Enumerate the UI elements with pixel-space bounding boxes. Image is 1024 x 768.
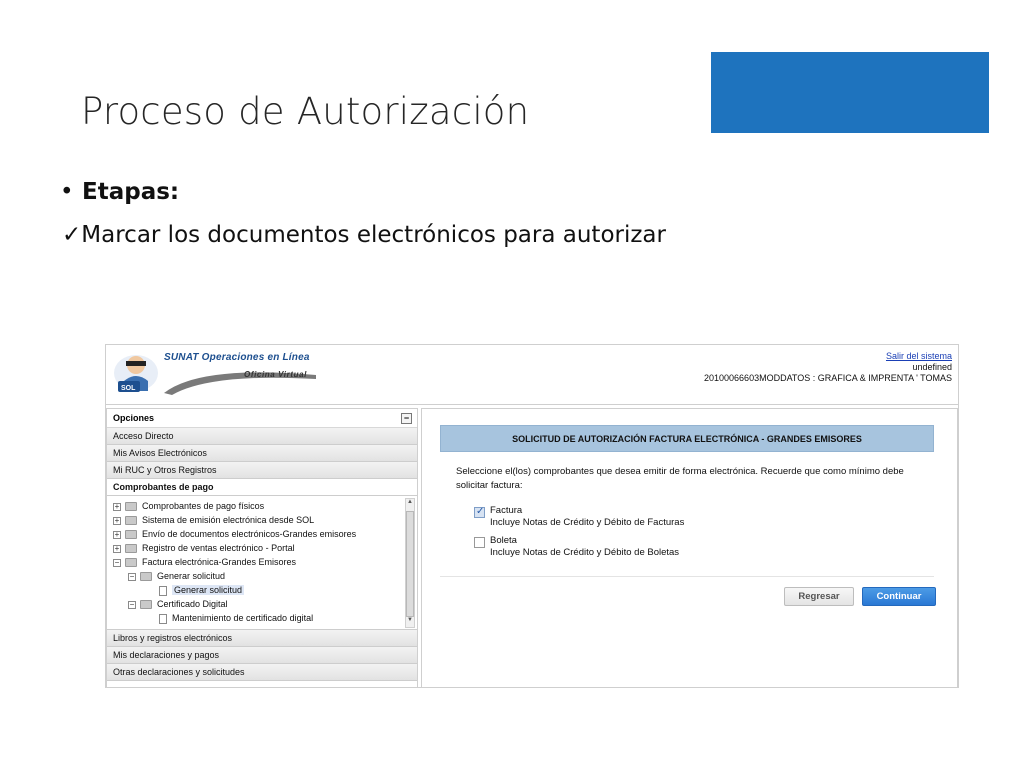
option-label: Factura (490, 505, 523, 516)
scroll-thumb[interactable] (406, 511, 414, 617)
tree-label: Comprobantes de pago físicos (142, 501, 265, 511)
user-info: Salir del sistema undefined 20100066603M… (704, 351, 952, 384)
scroll-up-icon[interactable]: ▲ (406, 499, 414, 509)
tree-scrollbar[interactable]: ▲ ▼ (405, 498, 415, 628)
option-boleta[interactable]: Boleta Incluye Notas de Crédito y Débito… (474, 535, 680, 559)
menu-item-comprobantes[interactable]: Comprobantes de pago (107, 479, 417, 496)
folder-icon (125, 502, 137, 512)
divider (440, 576, 934, 577)
tree-item-generar-solicitud[interactable]: Generar solicitud (159, 584, 245, 597)
folder-open-icon (140, 572, 152, 582)
back-button[interactable]: Regresar (784, 587, 854, 606)
expand-icon[interactable]: + (113, 502, 121, 511)
tree-label: Envío de documentos electrónicos-Grandes… (142, 529, 357, 539)
tree-item-comprobantes-fisicos[interactable]: + Comprobantes de pago físicos (113, 500, 264, 513)
check-item: ✓Marcar los documentos electrónicos para… (62, 222, 666, 248)
option-detail: Incluye Notas de Crédito y Débito de Bol… (490, 547, 680, 558)
logo-badge: SOL (121, 385, 136, 392)
collapse-icon[interactable]: − (128, 600, 136, 609)
user-line-2: 20100066603MODDATOS : GRAFICA & IMPRENTA… (704, 373, 952, 383)
menu-item-declaraciones[interactable]: Mis declaraciones y pagos (107, 647, 417, 664)
menu-item-otras-declaraciones[interactable]: Otras declaraciones y solicitudes (107, 664, 417, 681)
menu-item-ruc[interactable]: Mi RUC y Otros Registros (107, 462, 417, 479)
scroll-down-icon[interactable]: ▼ (406, 617, 414, 627)
bullet-etapas: • Etapas: (60, 179, 179, 205)
tree-item-envio-documentos[interactable]: + Envío de documentos electrónicos-Grande… (113, 528, 356, 541)
collapse-icon[interactable]: − (128, 572, 136, 581)
factura-checkbox[interactable] (474, 506, 485, 518)
expand-icon[interactable]: + (113, 544, 121, 553)
tree-item-certificado-digital[interactable]: − Certificado Digital (128, 598, 228, 611)
folder-open-icon (125, 558, 137, 568)
bullet-icon: • (60, 179, 74, 205)
sol-screenshot: SOL SUNAT Operaciones en Línea Oficina V… (105, 344, 959, 688)
tree-item-emision-sol[interactable]: + Sistema de emisión electrónica desde SO… (113, 514, 314, 527)
panel-title: SOLICITUD DE AUTORIZACIÓN FACTURA ELECTR… (440, 425, 934, 452)
menu-item-acceso-directo[interactable]: Acceso Directo (107, 428, 417, 445)
folder-open-icon (140, 600, 152, 610)
document-icon (159, 585, 167, 596)
boleta-checkbox[interactable] (474, 537, 485, 548)
logout-link[interactable]: Salir del sistema (886, 351, 952, 361)
tree-label: Factura electrónica-Grandes Emisores (142, 557, 297, 567)
menu-item-libros[interactable]: Libros y registros electrónicos (107, 630, 417, 647)
expand-icon[interactable]: + (113, 530, 121, 539)
user-line-1: undefined (912, 362, 952, 372)
sol-header: SOL SUNAT Operaciones en Línea Oficina V… (106, 345, 958, 405)
menu-tree: + Comprobantes de pago físicos + Sistema d… (107, 496, 417, 630)
menu-heading-label: Opciones (113, 413, 155, 423)
menu-heading: Opciones − (107, 409, 417, 428)
options-menu: Opciones − Acceso Directo Mis Avisos Ele… (106, 408, 418, 687)
sol-logo-person-icon: SOL (114, 355, 158, 392)
collapse-icon[interactable]: − (113, 558, 121, 567)
tree-item-generar-solicitud-folder[interactable]: − Generar solicitud (128, 570, 225, 583)
logo-subtitle: Oficina Virtual (244, 370, 307, 379)
continue-button[interactable]: Continuar (862, 587, 936, 606)
tree-label: Mantenimiento de certificado digital (172, 613, 314, 623)
corner-accent-block (711, 52, 989, 133)
option-detail: Incluye Notas de Crédito y Débito de Fac… (490, 517, 685, 528)
option-factura[interactable]: Factura Incluye Notas de Crédito y Débit… (474, 505, 685, 529)
logo-title: SUNAT Operaciones en Línea (164, 352, 310, 363)
menu-item-avisos[interactable]: Mis Avisos Electrónicos (107, 445, 417, 462)
tree-item-registro-ventas[interactable]: + Registro de ventas electrónico - Portal (113, 542, 295, 555)
bullet-text: Etapas: (82, 179, 180, 205)
folder-icon (125, 530, 137, 540)
panel-instructions: Seleccione el(los) comprobantes que dese… (456, 466, 904, 491)
option-label: Boleta (490, 535, 517, 546)
tree-item-factura-electronica[interactable]: − Factura electrónica-Grandes Emisores (113, 556, 296, 569)
expand-icon[interactable]: + (113, 516, 121, 525)
document-icon (159, 613, 167, 624)
tree-label: Generar solicitud (157, 571, 226, 581)
folder-icon (125, 516, 137, 526)
tree-label: Sistema de emisión electrónica desde SOL (142, 515, 315, 525)
collapse-icon[interactable]: − (401, 413, 412, 424)
folder-icon (125, 544, 137, 554)
check-text: Marcar los documentos electrónicos para … (81, 222, 666, 248)
tree-label-selected: Generar solicitud (172, 585, 245, 595)
tree-label: Certificado Digital (157, 599, 228, 609)
tree-label: Registro de ventas electrónico - Portal (142, 543, 295, 553)
checkmark-icon: ✓ (62, 222, 82, 248)
tree-item-mantenimiento-certificado[interactable]: Mantenimiento de certificado digital (159, 612, 313, 625)
slide-title: Proceso de Autorización (81, 90, 530, 133)
request-panel: SOLICITUD DE AUTORIZACIÓN FACTURA ELECTR… (421, 408, 958, 687)
